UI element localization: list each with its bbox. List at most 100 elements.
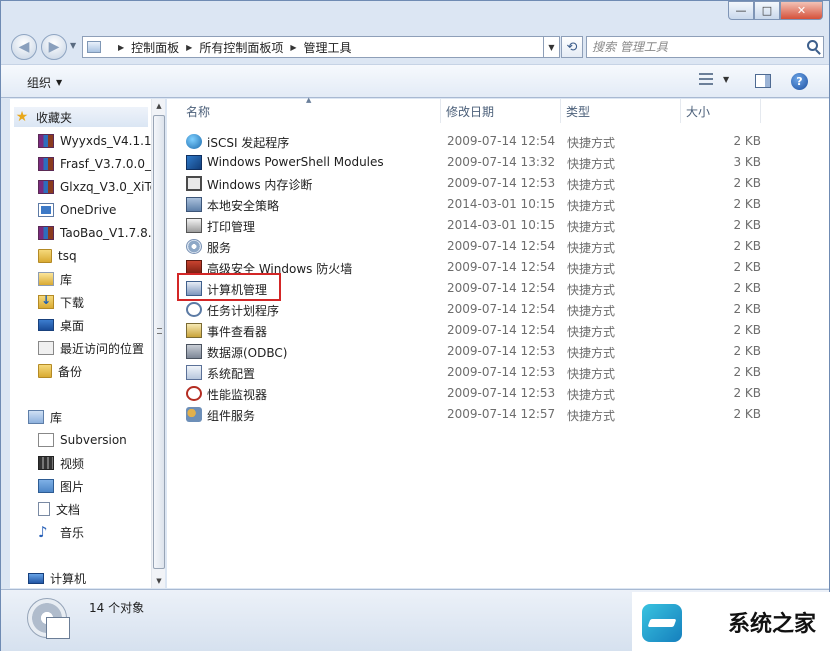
list-item[interactable]: Windows 内存诊断 2009-07-14 12:53 快捷方式 2 KB	[182, 173, 782, 194]
sidebar-item-desktop[interactable]: 桌面	[38, 315, 84, 335]
file-name: 打印管理	[207, 220, 256, 234]
list-item[interactable]: 本地安全策略 2014-03-01 10:15 快捷方式 2 KB	[182, 194, 782, 215]
preview-pane-button[interactable]	[755, 74, 771, 88]
breadcrumb-separator-icon[interactable]: ▶	[118, 43, 124, 52]
breadcrumb-separator-icon[interactable]: ▶	[290, 43, 296, 52]
file-size: 2 KB	[733, 365, 761, 379]
sidebar-item-frasf[interactable]: Frasf_V3.7.0.0_X	[38, 154, 151, 174]
recent-pages-dropdown-icon[interactable]: ▼	[70, 41, 76, 50]
list-item[interactable]: iSCSI 发起程序 2009-07-14 12:54 快捷方式 2 KB	[182, 131, 782, 152]
onedrive-icon	[38, 203, 54, 217]
breadcrumb-separator-icon[interactable]: ▶	[186, 43, 192, 52]
file-type: 快捷方式	[567, 199, 616, 213]
sidebar-item-backup[interactable]: 备份	[38, 361, 82, 381]
breadcrumb-control-panel[interactable]: 控制面板 ▶	[131, 39, 199, 56]
list-item[interactable]: 事件查看器 2009-07-14 12:54 快捷方式 2 KB	[182, 320, 782, 341]
list-item[interactable]: 服务 2009-07-14 12:54 快捷方式 2 KB	[182, 236, 782, 257]
list-item[interactable]: 组件服务 2009-07-14 12:57 快捷方式 2 KB	[182, 404, 782, 425]
list-item[interactable]: 系统配置 2009-07-14 12:53 快捷方式 2 KB	[182, 362, 782, 383]
list-item[interactable]: 性能监视器 2009-07-14 12:53 快捷方式 2 KB	[182, 383, 782, 404]
file-name: Windows 内存诊断	[207, 178, 313, 192]
sidebar-item-label: Frasf_V3.7.0.0_X	[60, 157, 151, 171]
sidebar-item-pictures[interactable]: 图片	[38, 476, 84, 496]
list-item[interactable]: 打印管理 2014-03-01 10:15 快捷方式 2 KB	[182, 215, 782, 236]
breadcrumb-admin-tools[interactable]: 管理工具	[304, 39, 352, 56]
sidebar-item-favorites[interactable]: ★ 收藏夹	[14, 107, 148, 127]
file-size: 2 KB	[733, 302, 761, 316]
column-header-label: 名称	[186, 104, 211, 119]
sidebar-item-subversion[interactable]: Subversion	[38, 430, 127, 450]
sidebar-item-music[interactable]: ♪ 音乐	[38, 522, 84, 542]
scrollbar-thumb[interactable]	[153, 115, 165, 569]
odbc-icon	[186, 344, 202, 359]
iscsi-icon	[186, 134, 202, 149]
sidebar-item-libraries[interactable]: 库	[28, 407, 62, 427]
breadcrumb-all-items[interactable]: 所有控制面板项 ▶	[199, 39, 303, 56]
file-size: 2 KB	[733, 281, 761, 295]
memory-diagnostic-icon	[186, 176, 202, 191]
minimize-button[interactable]: —	[728, 1, 754, 20]
address-dropdown-button[interactable]: ▼	[544, 36, 560, 58]
sidebar-item-glxzq[interactable]: Glxzq_V3.0_XiTo	[38, 177, 151, 197]
sidebar-item-taobao[interactable]: TaoBao_V1.7.8.	[38, 223, 151, 243]
sidebar-item-computer[interactable]: 计算机	[28, 568, 86, 588]
back-arrow-icon: ◀	[18, 39, 30, 55]
navigation-pane-scrollbar[interactable]: ▲ ▼	[151, 99, 165, 588]
search-box[interactable]	[586, 36, 824, 58]
back-button[interactable]: ◀	[11, 34, 37, 60]
documents-icon	[38, 502, 50, 516]
powershell-icon	[186, 155, 202, 170]
sidebar-item-tsq[interactable]: tsq	[38, 246, 77, 266]
help-button[interactable]: ?	[791, 73, 808, 90]
file-size: 2 KB	[733, 260, 761, 274]
sidebar-item-label: 库	[60, 272, 73, 287]
sidebar-item-label: 文档	[56, 502, 81, 517]
sidebar-item-onedrive[interactable]: OneDrive	[38, 200, 116, 220]
change-view-button[interactable]: ▼	[699, 73, 729, 85]
address-bar[interactable]: ▶ 控制面板 ▶ 所有控制面板项 ▶ 管理工具	[82, 36, 544, 58]
sidebar-item-downloads[interactable]: 下载	[38, 292, 84, 312]
sidebar-item-library[interactable]: 库	[38, 269, 72, 289]
file-name: 数据源(ODBC)	[207, 346, 288, 360]
control-panel-icon	[87, 41, 101, 53]
close-button[interactable]: ✕	[780, 1, 823, 20]
scroll-down-icon[interactable]: ▼	[152, 574, 166, 588]
file-date: 2009-07-14 12:57	[447, 407, 556, 421]
sidebar-item-recent-places[interactable]: 最近访问的位置	[38, 338, 144, 358]
sidebar-item-videos[interactable]: 视频	[38, 453, 84, 473]
organize-button[interactable]: 组织 ▼	[27, 74, 62, 91]
forward-button[interactable]: ▶	[41, 34, 67, 60]
list-item[interactable]: 任务计划程序 2009-07-14 12:54 快捷方式 2 KB	[182, 299, 782, 320]
breadcrumb-label: 所有控制面板项	[199, 40, 284, 55]
refresh-button[interactable]: ⟲	[561, 36, 583, 58]
file-date: 2009-07-14 12:53	[447, 176, 556, 190]
sidebar-item-label: TaoBao_V1.7.8.	[60, 226, 151, 240]
sidebar-item-documents[interactable]: 文档	[38, 499, 80, 519]
list-item[interactable]: Windows PowerShell Modules 2009-07-14 13…	[182, 152, 782, 173]
file-size: 2 KB	[733, 323, 761, 337]
file-date: 2009-07-14 13:32	[447, 155, 556, 169]
file-size: 2 KB	[733, 176, 761, 190]
search-icon[interactable]	[807, 40, 818, 51]
organize-label: 组织	[27, 76, 52, 90]
file-name: 事件查看器	[207, 325, 268, 339]
column-header-label: 类型	[566, 104, 591, 119]
column-header-size[interactable]: 大小	[681, 99, 761, 123]
caption-buttons: — □ ✕	[728, 1, 823, 20]
column-header-type[interactable]: 类型	[561, 99, 681, 123]
scroll-up-icon[interactable]: ▲	[152, 99, 166, 113]
maximize-button[interactable]: □	[754, 1, 780, 20]
video-icon	[38, 456, 54, 470]
file-type: 快捷方式	[567, 136, 616, 150]
sidebar-item-label: tsq	[58, 249, 77, 263]
column-header-name[interactable]: 名称	[181, 99, 441, 123]
sidebar-item-wyyxds[interactable]: Wyyxds_V4.1.1.1	[38, 131, 151, 151]
list-item[interactable]: 数据源(ODBC) 2009-07-14 12:53 快捷方式 2 KB	[182, 341, 782, 362]
column-header-date[interactable]: 修改日期	[441, 99, 561, 123]
file-date: 2009-07-14 12:54	[447, 260, 556, 274]
file-date: 2014-03-01 10:15	[447, 218, 556, 232]
sidebar-item-label: 收藏夹	[36, 110, 73, 125]
search-input[interactable]	[592, 40, 792, 54]
file-size: 2 KB	[733, 407, 761, 421]
file-date: 2009-07-14 12:54	[447, 239, 556, 253]
